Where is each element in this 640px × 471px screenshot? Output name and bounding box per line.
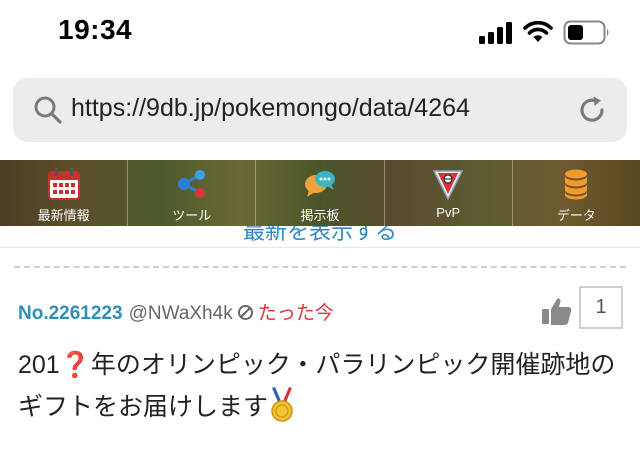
search-icon — [34, 96, 62, 124]
share-icon — [177, 170, 205, 198]
post-user-id: @NWaXh4k — [128, 303, 233, 324]
post-number[interactable]: No.2261223 — [18, 303, 123, 324]
battery-icon — [563, 20, 609, 45]
league-badge-icon — [432, 170, 464, 201]
reload-icon[interactable] — [576, 94, 608, 126]
post-time: たった今 — [257, 303, 334, 324]
refresh-notice[interactable]: 最新を表示する — [0, 226, 640, 248]
site-nav: 最新情報 ツール 掲示板 PvP データ — [0, 160, 640, 226]
wifi-icon — [523, 20, 553, 42]
ban-icon[interactable] — [237, 304, 254, 321]
post-body: 201❓年のオリンピック・パラリンピック開催跡地のギフトをお届けします — [18, 344, 628, 428]
nav-label: データ — [556, 208, 596, 223]
nav-label: ツール — [172, 208, 212, 223]
question-mark-emoji: ❓ — [59, 351, 91, 379]
dashed-divider — [14, 266, 626, 268]
post-body-text: 201 — [18, 351, 60, 379]
status-time: 19:34 — [58, 14, 133, 45]
refresh-notice-text[interactable]: 最新を表示する — [0, 226, 640, 246]
nav-item-tools[interactable]: ツール — [128, 160, 257, 226]
chat-bubbles-icon — [305, 171, 335, 197]
post-header: No.2261223 @NWaXh4k たった今 — [18, 298, 334, 324]
url-text[interactable]: https://9db.jp/pokemongo/data/4264 — [71, 94, 470, 123]
nav-item-data[interactable]: データ — [513, 160, 640, 226]
post-body-text: 年のオリンピック・パラリンピック開催跡地のギフトをお届けします — [18, 351, 616, 421]
nav-item-news[interactable]: 最新情報 — [0, 160, 129, 226]
nav-label: PvP — [436, 205, 461, 220]
calendar-icon — [47, 168, 80, 200]
nav-label: 掲示板 — [300, 208, 340, 223]
thumbs-up-icon[interactable] — [541, 296, 573, 326]
database-icon — [565, 169, 588, 200]
like-count[interactable]: 1 — [579, 286, 623, 329]
nav-item-pvp[interactable]: PvP — [385, 160, 513, 226]
nav-label: 最新情報 — [37, 208, 90, 223]
cellular-signal-icon — [479, 22, 512, 44]
address-bar[interactable]: https://9db.jp/pokemongo/data/4264 — [13, 78, 627, 142]
medal-icon — [271, 387, 293, 422]
nav-item-board[interactable]: 掲示板 — [256, 160, 385, 226]
status-bar: 19:34 — [0, 0, 640, 66]
